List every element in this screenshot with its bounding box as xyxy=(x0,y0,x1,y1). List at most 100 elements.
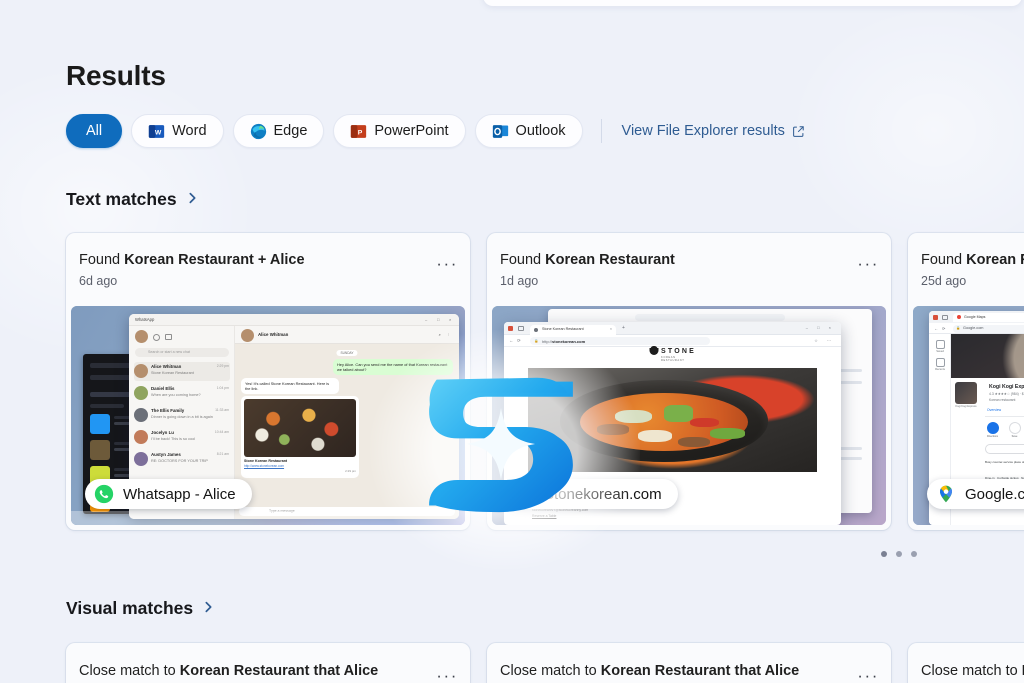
text-match-card[interactable]: Found Korean Restaurant 1d ago ··· Stone… xyxy=(487,233,891,530)
outlook-icon xyxy=(492,123,509,140)
chat-name: Austyn James xyxy=(151,452,181,457)
carousel-dot-3[interactable] xyxy=(911,551,917,557)
place-rating: 4.3 ★★★★☆ (984) · $ xyxy=(989,392,1024,396)
chat-preview: Stone Korean Restaurant xyxy=(151,371,194,375)
card-title-prefix: Found xyxy=(79,252,125,268)
visual-match-card[interactable]: Close match to K ··· xyxy=(908,643,1024,683)
section-header-visual-matches[interactable]: Visual matches xyxy=(66,597,214,619)
visual-match-card[interactable]: Close match to Korean Restaurant that Al… xyxy=(487,643,891,683)
chat-time: 2:29 pm xyxy=(216,364,229,368)
card-more-options-button[interactable]: ··· xyxy=(857,667,879,683)
card-more-options-button[interactable]: ··· xyxy=(436,667,458,683)
text-match-card[interactable]: Found Korean Restaurant + Alice 6d ago ·… xyxy=(66,233,470,530)
filter-pill-powerpoint[interactable]: P PowerPoint xyxy=(333,114,466,148)
page-title: Results xyxy=(66,60,166,91)
chat-name: Alice Whitman xyxy=(151,364,182,369)
section-header-visual-matches-label: Visual matches xyxy=(66,597,194,618)
place-tab-overview[interactable]: Overview xyxy=(987,408,1001,412)
card-timestamp: 6d ago xyxy=(79,274,118,288)
chat-bubble-incoming: Yes! It’s called Stone Korean Restaurant… xyxy=(241,378,339,395)
powerpoint-icon: P xyxy=(350,123,367,140)
filter-pill-all[interactable]: All xyxy=(66,114,123,148)
place-photo xyxy=(951,334,1024,378)
visual-match-card[interactable]: Close match to Korean Restaurant that Al… xyxy=(66,643,470,683)
card-title-highlight: Korean Restaurant xyxy=(545,252,675,268)
section-header-text-matches-label: Text matches xyxy=(66,188,177,209)
chat-preview: Dinner is going down in a bit is again xyxy=(151,415,213,419)
card-title: Found Korean Restaurant xyxy=(500,251,878,269)
hero-food-image xyxy=(528,368,817,472)
filter-pill-edge[interactable]: Edge xyxy=(232,114,325,148)
rail-label: Saved xyxy=(936,350,944,353)
card-title-prefix: Close match to xyxy=(500,663,601,679)
site-logo-subtext: KOREAN RESTAURANT xyxy=(661,356,685,362)
card-title: Found Korean Re xyxy=(921,251,1024,269)
link-preview-time: 2:29 pm xyxy=(345,469,356,474)
filter-pill-edge-label: Edge xyxy=(273,123,308,139)
view-file-explorer-results-link[interactable]: View File Explorer results xyxy=(622,123,805,139)
edge-icon xyxy=(515,484,535,504)
filter-pill-word-label: Word xyxy=(172,123,207,139)
chevron-right-icon xyxy=(187,189,198,210)
text-match-card[interactable]: Found Korean Re 25d ago ··· Google Maps … xyxy=(908,233,1024,530)
chat-preview: I’ll be back! This is so cool xyxy=(151,437,196,441)
svg-text:W: W xyxy=(155,129,162,136)
filter-pill-all-label: All xyxy=(86,123,103,139)
carousel-dot-2[interactable] xyxy=(896,551,902,557)
card-title: Found Korean Restaurant + Alice xyxy=(79,251,457,269)
chat-preview: When are you coming home? xyxy=(151,393,201,397)
browser-url-domain: stonekorean.com xyxy=(552,338,586,344)
edge-icon xyxy=(250,123,267,140)
card-title-prefix: Found xyxy=(921,252,967,268)
card-title: Close match to Korean Restaurant that Al… xyxy=(500,663,799,679)
card-title-prefix: Found xyxy=(500,252,546,268)
carousel-dot-1[interactable] xyxy=(881,551,887,557)
filter-pill-outlook-label: Outlook xyxy=(515,123,566,139)
chat-bubble-outgoing: Hey Alice. Can you send me the name of t… xyxy=(333,359,453,376)
filter-pill-powerpoint-label: PowerPoint xyxy=(374,123,449,139)
visual-matches-carousel[interactable]: Close match to Korean Restaurant that Al… xyxy=(66,643,1024,683)
place-thumbnail-label: Kogi Kogi Express xyxy=(955,405,977,408)
source-badge: Google.com xyxy=(927,479,1024,509)
place-action-save[interactable]: Save xyxy=(1007,422,1022,441)
card-timestamp: 1d ago xyxy=(500,274,539,288)
carousel-pagination[interactable] xyxy=(881,551,917,557)
browser-url-prefix: http:// xyxy=(542,338,553,344)
site-logo: STONE KOREAN RESTAURANT xyxy=(649,345,696,362)
card-title-highlight: Korean Restaurant + Alice xyxy=(124,252,305,268)
svg-text:P: P xyxy=(358,129,363,136)
section-header-text-matches[interactable]: Text matches xyxy=(66,188,198,210)
place-category: Korean restaurant xyxy=(989,398,1016,402)
place-action-directions[interactable]: Directions xyxy=(985,422,1000,441)
site-logo-text: STONE xyxy=(661,348,696,355)
whatsapp-icon xyxy=(94,484,114,504)
chat-day-label: SUNDAY xyxy=(336,350,358,356)
card-more-options-button[interactable]: ··· xyxy=(436,255,458,272)
site-reserve-link: Reserve a Table xyxy=(532,514,557,518)
text-matches-carousel[interactable]: Found Korean Restaurant + Alice 6d ago ·… xyxy=(66,233,1024,530)
card-header: Found Korean Restaurant + Alice 6d ago xyxy=(79,251,457,288)
chat-time: 1:04 pm xyxy=(216,386,229,390)
source-badge: Whatsapp - Alice xyxy=(85,479,252,509)
chat-name: The Ellis Family xyxy=(151,408,185,413)
google-maps-pin-icon xyxy=(936,484,956,504)
card-title: Close match to Korean Restaurant that Al… xyxy=(79,663,378,679)
card-title-prefix: Close match to xyxy=(921,663,1022,679)
card-more-options-button[interactable]: ··· xyxy=(857,255,879,272)
search-box-peek[interactable] xyxy=(483,0,1022,6)
source-badge-label: Whatsapp - Alice xyxy=(123,485,236,503)
whatsapp-search-placeholder: Search or start a new chat xyxy=(148,350,190,354)
order-online-button[interactable]: ORDER ONLINE xyxy=(985,444,1024,454)
browser-tab-title: Stone Korean Restaurant xyxy=(542,327,584,332)
chat-preview: RE: DOCTORS FOR YOUR TRIP xyxy=(151,459,208,463)
place-thumbnail xyxy=(955,382,977,404)
card-timestamp: 25d ago xyxy=(921,274,967,288)
browser-tab-title: Google Maps xyxy=(964,315,986,319)
filter-pill-word[interactable]: W Word xyxy=(131,114,224,148)
card-thumbnail: Google Maps × ← ⟳ 🔒Google.com Saved Rece… xyxy=(913,306,1024,525)
chat-time: 10:44 am xyxy=(214,430,229,434)
card-header: Found Korean Restaurant 1d ago xyxy=(500,251,878,288)
card-title-highlight: Korean Restaurant that Alice xyxy=(600,663,800,679)
results-page: Results All W Word Edge P PowerPoint Out… xyxy=(0,0,1024,683)
filter-pill-outlook[interactable]: Outlook xyxy=(474,114,583,148)
